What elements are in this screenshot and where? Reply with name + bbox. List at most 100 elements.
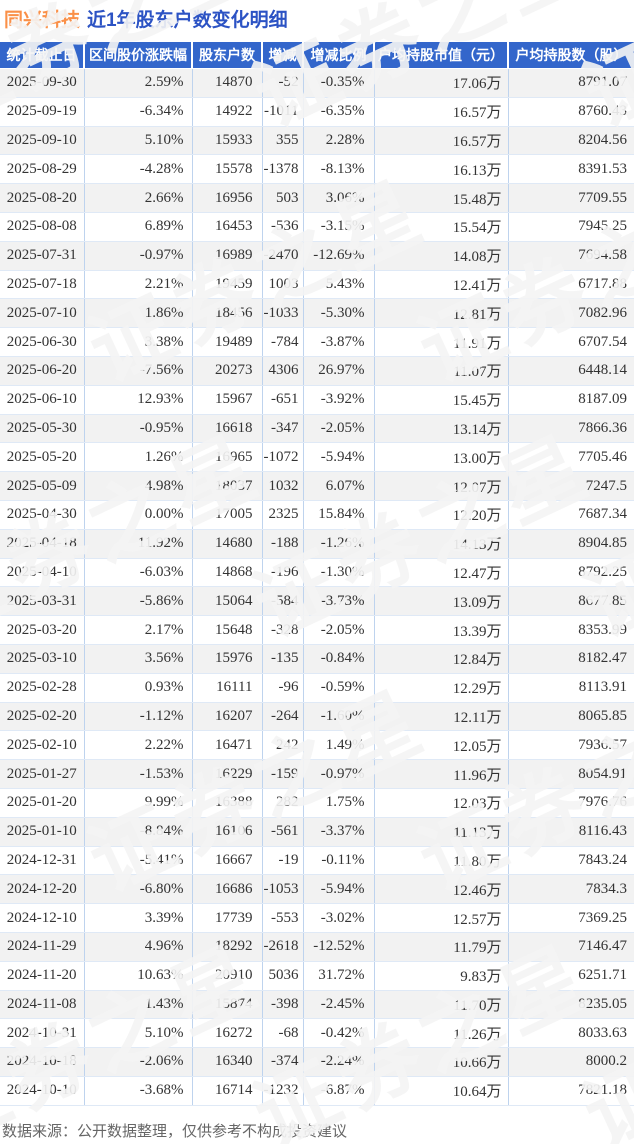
cell-change-ratio: -1.30%: [303, 558, 374, 587]
cell-change: 242: [262, 731, 303, 760]
cell-change-ratio: -5.30%: [303, 299, 374, 328]
cell-price-change: -3.68%: [84, 1076, 192, 1105]
table-row: 2025-02-20-1.12%16207-264-1.60%12.11万806…: [0, 702, 634, 731]
cell-price-change: 2.22%: [84, 731, 192, 760]
cell-avg-market-value: 12.20万: [374, 500, 508, 529]
cell-change: -1378: [262, 155, 303, 184]
table-row: 2024-10-18-2.06%16340-374-2.24%10.66万800…: [0, 1048, 634, 1077]
cell-change-ratio: -0.42%: [303, 1019, 374, 1048]
cell-date: 2025-03-10: [0, 644, 84, 673]
cell-date: 2024-12-31: [0, 846, 84, 875]
cell-change-ratio: -8.13%: [303, 155, 374, 184]
cell-change-ratio: 2.28%: [303, 126, 374, 155]
cell-change: -347: [262, 414, 303, 443]
cell-avg-shares: 8113.91: [508, 673, 634, 702]
cell-avg-market-value: 14.08万: [374, 241, 508, 270]
cell-holders: 14868: [192, 558, 262, 587]
cell-price-change: -0.95%: [84, 414, 192, 443]
cell-change-ratio: -0.11%: [303, 846, 374, 875]
cell-change: -2618: [262, 932, 303, 961]
cell-holders: 14870: [192, 69, 262, 98]
cell-price-change: -8.84%: [84, 817, 192, 846]
cell-date: 2025-03-31: [0, 587, 84, 616]
cell-holders: 18292: [192, 932, 262, 961]
cell-avg-market-value: 13.00万: [374, 443, 508, 472]
cell-avg-market-value: 10.66万: [374, 1048, 508, 1077]
table-row: 2025-01-209.99%163882821.75%12.03万7976.7…: [0, 788, 634, 817]
cell-change: -2470: [262, 241, 303, 270]
cell-change: -536: [262, 212, 303, 241]
cell-change: -1011: [262, 97, 303, 126]
cell-price-change: 3.38%: [84, 328, 192, 357]
cell-change: 282: [262, 788, 303, 817]
cell-avg-market-value: 11.07万: [374, 356, 508, 385]
cell-avg-shares: 8065.85: [508, 702, 634, 731]
cell-date: 2025-04-18: [0, 529, 84, 558]
col-header-holders: 股东户数: [192, 42, 262, 69]
cell-change-ratio: -0.35%: [303, 69, 374, 98]
cell-price-change: -4.28%: [84, 155, 192, 184]
cell-date: 2025-09-19: [0, 97, 84, 126]
table-row: 2025-05-094.98%1803710326.07%12.07万7247.…: [0, 472, 634, 501]
cell-avg-shares: 7843.24: [508, 846, 634, 875]
cell-avg-shares: 7247.5: [508, 472, 634, 501]
cell-price-change: 2.21%: [84, 270, 192, 299]
table-row: 2025-08-202.66%169565033.06%15.48万7709.5…: [0, 184, 634, 213]
cell-price-change: 2.59%: [84, 69, 192, 98]
cell-change-ratio: -2.05%: [303, 414, 374, 443]
cell-avg-shares: 6707.54: [508, 328, 634, 357]
table-row: 2024-12-103.39%17739-553-3.02%12.57万7369…: [0, 904, 634, 933]
table-row: 2025-04-1811.92%14680-188-1.26%14.13万890…: [0, 529, 634, 558]
table-row: 2024-12-20-6.80%16686-1053-5.94%12.46万78…: [0, 875, 634, 904]
cell-holders: 15933: [192, 126, 262, 155]
cell-date: 2025-06-20: [0, 356, 84, 385]
cell-change-ratio: -2.05%: [303, 616, 374, 645]
cell-date: 2024-12-20: [0, 875, 84, 904]
cell-change-ratio: -12.69%: [303, 241, 374, 270]
cell-date: 2025-08-08: [0, 212, 84, 241]
cell-change-ratio: 15.84%: [303, 500, 374, 529]
cell-change: -1072: [262, 443, 303, 472]
cell-change: -1053: [262, 875, 303, 904]
cell-date: 2025-05-09: [0, 472, 84, 501]
table-row: 2025-07-182.21%1945910035.43%12.41万6717.…: [0, 270, 634, 299]
col-header-change-ratio: 增减比例: [303, 42, 374, 69]
cell-avg-shares: 7821.18: [508, 1076, 634, 1105]
table-row: 2024-12-31-5.41%16667-19-0.11%11.80万7843…: [0, 846, 634, 875]
cell-date: 2025-04-10: [0, 558, 84, 587]
table-row: 2025-06-303.38%19489-784-3.87%11.91万6707…: [0, 328, 634, 357]
cell-change: -188: [262, 529, 303, 558]
cell-holders: 16272: [192, 1019, 262, 1048]
cell-avg-market-value: 11.91万: [374, 328, 508, 357]
table-body: 2025-09-302.59%14870-52-0.35%17.06万8791.…: [0, 69, 634, 1106]
table-row: 2025-04-300.00%17005232515.84%12.20万7687…: [0, 500, 634, 529]
cell-price-change: 9.99%: [84, 788, 192, 817]
table-row: 2025-02-280.93%16111-96-0.59%12.29万8113.…: [0, 673, 634, 702]
cell-change-ratio: 3.06%: [303, 184, 374, 213]
cell-date: 2024-11-20: [0, 961, 84, 990]
cell-avg-shares: 7694.58: [508, 241, 634, 270]
cell-avg-shares: 8116.43: [508, 817, 634, 846]
cell-avg-shares: 7082.96: [508, 299, 634, 328]
cell-date: 2025-07-31: [0, 241, 84, 270]
cell-change-ratio: 26.97%: [303, 356, 374, 385]
cell-avg-shares: 8000.2: [508, 1048, 634, 1077]
cell-avg-shares: 6251.71: [508, 961, 634, 990]
table-row: 2025-05-30-0.95%16618-347-2.05%13.14万786…: [0, 414, 634, 443]
cell-avg-market-value: 11.13万: [374, 817, 508, 846]
cell-avg-shares: 6717.88: [508, 270, 634, 299]
page-title: 同兴科技近1年股东户数变化明细: [0, 0, 634, 42]
table-row: 2025-08-29-4.28%15578-1378-8.13%16.13万83…: [0, 155, 634, 184]
cell-change-ratio: 31.72%: [303, 961, 374, 990]
cell-holders: 15874: [192, 990, 262, 1019]
cell-avg-shares: 8235.05: [508, 990, 634, 1019]
cell-holders: 16714: [192, 1076, 262, 1105]
shareholder-table: 统计截止日区间股价涨跌幅股东户数增减增减比例户均持股市值（元）户均持股数（股） …: [0, 42, 634, 1106]
cell-change-ratio: -5.94%: [303, 875, 374, 904]
cell-price-change: 2.17%: [84, 616, 192, 645]
cell-change: -553: [262, 904, 303, 933]
table-row: 2025-09-19-6.34%14922-1011-6.35%16.57万87…: [0, 97, 634, 126]
cell-holders: 15648: [192, 616, 262, 645]
cell-price-change: -6.80%: [84, 875, 192, 904]
cell-holders: 16453: [192, 212, 262, 241]
